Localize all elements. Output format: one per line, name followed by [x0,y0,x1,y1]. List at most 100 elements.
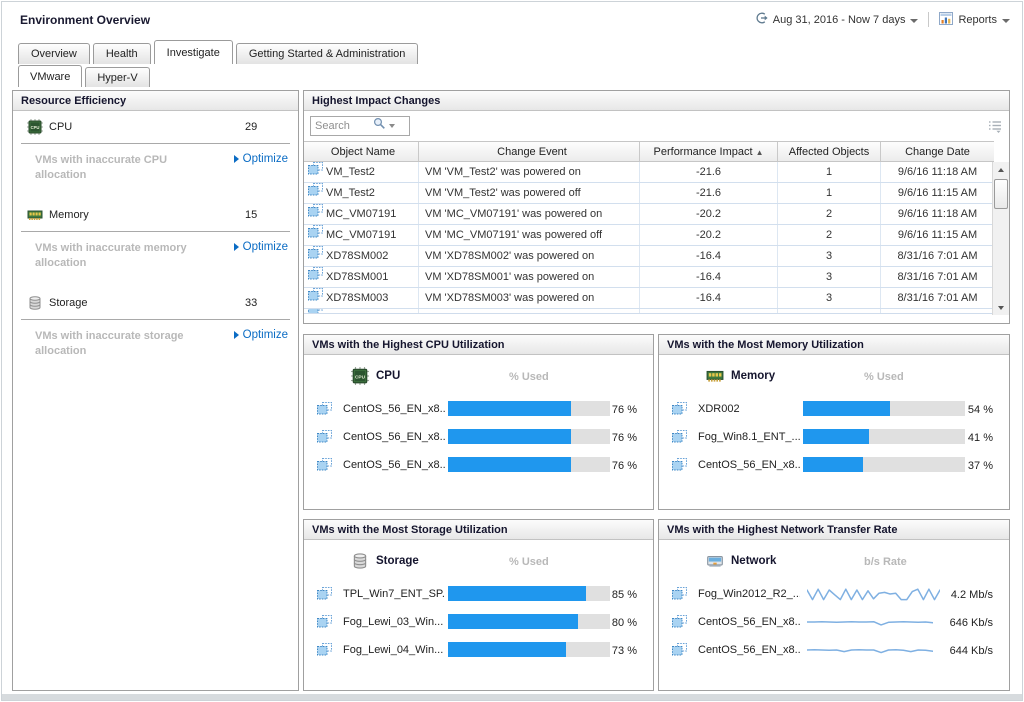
cpu-usage-bar [448,457,610,472]
metric-header-row: Storage % Used [304,552,653,572]
resource-metric-row-memory: Memory 15 [13,199,298,231]
table-row[interactable]: XD78SM001 VM 'XD78SM001' was powered on … [304,267,994,288]
vm-icon [317,587,332,605]
cpu-usage-bar [448,429,610,444]
affected-objects: 1 [778,162,881,182]
subtab-hyperv[interactable]: Hyper-V [85,67,149,87]
table-row[interactable]: VM_Test2 VM 'VM_Test2' was powered off -… [304,183,994,204]
resource-metric-value[interactable]: 33 [245,297,257,309]
vm-name[interactable]: Fog_Lewi_04_Win... [343,644,445,656]
vm-name[interactable]: Fog_Win2012_R2_... [698,588,800,600]
vm-icon [308,162,323,182]
vm-name[interactable]: CentOS_56_EN_x8... [343,459,445,471]
vm-name[interactable]: XDR002 [698,403,800,415]
reports-button[interactable]: Reports [958,14,997,26]
memory-utilization-panel: VMs with the Most Memory Utilization Mem… [658,334,1010,510]
network-sparkline [807,641,933,659]
table-scrollbar[interactable] [992,162,1009,315]
affected-objects: 3 [778,288,881,308]
vm-icon [317,615,332,633]
vm-name[interactable]: CentOS_56_EN_x8... [698,616,800,628]
column-header-affected-objects[interactable]: Affected Objects [778,142,881,161]
optimize-arrow-icon [234,243,239,251]
performance-impact: -21.6 [640,183,778,203]
vm-name[interactable]: CentOS_56_EN_x8... [343,431,445,443]
utilization-row: Fog_Lewi_04_Win... 73 % [304,636,653,664]
cpu-icon: CPU [351,367,369,390]
object-name[interactable]: VM_Test2 [326,183,375,203]
vm-name[interactable]: CentOS_56_EN_x8... [343,403,445,415]
table-row[interactable]: XD78SM003 VM 'XD78SM003' was powered on … [304,288,994,309]
vm-icon [317,430,332,448]
memory-icon [706,367,724,390]
resource-metric-value[interactable]: 29 [245,121,257,133]
reports-caret-icon[interactable] [1002,19,1010,23]
timerange-selector[interactable]: Aug 31, 2016 - Now 7 days [773,14,906,26]
object-name[interactable]: VM_Test2 [326,162,375,182]
tab-health[interactable]: Health [93,43,151,64]
optimize-memory-link[interactable]: Optimize [234,241,288,253]
object-name[interactable]: XD78SM002 [326,246,388,266]
main-tabs: Overview Health Investigate Getting Star… [18,40,421,64]
tab-investigate[interactable]: Investigate [154,40,233,64]
metric-label: CPU [376,370,400,382]
column-header-object-name[interactable]: Object Name [304,142,419,161]
memory-usage-bar [803,401,965,416]
tab-getting-started[interactable]: Getting Started & Administration [236,43,419,64]
object-name[interactable]: XD78SM001 [326,267,388,287]
table-row[interactable]: XD78SM002 VM 'XD78SM002' was powered on … [304,246,994,267]
vm-name[interactable]: TPL_Win7_ENT_SP... [343,588,445,600]
optimize-arrow-icon [234,331,239,339]
network-transfer-panel: VMs with the Highest Network Transfer Ra… [658,519,1010,691]
change-event: VM 'XD78SM002' was powered on [419,246,640,266]
vm-icon [672,458,687,476]
timerange-caret-icon[interactable] [910,19,918,23]
subtab-vmware[interactable]: VMware [18,65,82,87]
vm-icon [308,225,323,245]
vm-name[interactable]: CentOS_56_EN_x8... [698,459,800,471]
column-header-change-date[interactable]: Change Date [881,142,994,161]
reports-icon [939,12,953,28]
search-icon[interactable] [373,117,386,135]
scroll-down-icon[interactable] [993,300,1009,315]
panel-title: VMs with the Most Memory Utilization [659,335,1009,355]
toolbar-divider [928,12,929,27]
vm-icon [317,458,332,476]
vm-icon [672,402,687,420]
object-name[interactable]: MC_VM07191 [326,204,396,224]
tab-overview[interactable]: Overview [18,43,90,64]
sub-tabs: VMware Hyper-V [18,65,153,87]
optimize-storage-link[interactable]: Optimize [234,329,288,341]
utilization-row: CentOS_56_EN_x8... 37 % [659,451,1009,479]
search-input[interactable] [311,120,373,132]
resource-metric-value[interactable]: 15 [245,209,257,221]
column-header-change-event[interactable]: Change Event [419,142,640,161]
utilization-row: Fog_Win2012_R2_... 4.2 Mb/s [659,580,1009,608]
table-row[interactable]: MC_VM07191 VM 'MC_VM07191' was powered o… [304,204,994,225]
table-row[interactable]: MC_VM07191 VM 'MC_VM07191' was powered o… [304,225,994,246]
column-header-performance-impact[interactable]: Performance Impact▲ [640,142,778,161]
object-name[interactable]: MC_VM07191 [326,225,396,245]
table-row[interactable]: VM_Test2 VM 'VM_Test2' was powered on -2… [304,162,994,183]
vm-name[interactable]: Fog_Win8.1_ENT_... [698,431,800,443]
storage-usage-bar [448,614,610,629]
table-customizer-icon[interactable] [988,119,1003,138]
search-options-caret-icon[interactable] [389,124,395,128]
cpu-icon: CPU [27,119,43,140]
usage-value: 80 % [612,617,637,629]
search-box [310,116,410,136]
resource-efficiency-panel: Resource Efficiency CPU CPU 29 VMs with … [12,90,299,691]
metric-label: Storage [376,555,419,567]
change-date: 9/6/16 11:15 AM [881,225,994,245]
network-sparkline [807,585,940,603]
vm-icon [317,643,332,661]
resource-note: VMs with inaccurate memory allocation [35,241,187,271]
vm-name[interactable]: Fog_Lewi_03_Win... [343,616,445,628]
scroll-up-icon[interactable] [993,162,1009,177]
change-event: VM 'VM_Test2' was powered on [419,162,640,182]
object-name[interactable]: XD78SM003 [326,288,388,308]
scrollbar-thumb[interactable] [994,179,1008,209]
change-event: VM 'XD78SM001' was powered on [419,267,640,287]
optimize-cpu-link[interactable]: Optimize [234,153,288,165]
vm-name[interactable]: CentOS_56_EN_x8... [698,644,800,656]
